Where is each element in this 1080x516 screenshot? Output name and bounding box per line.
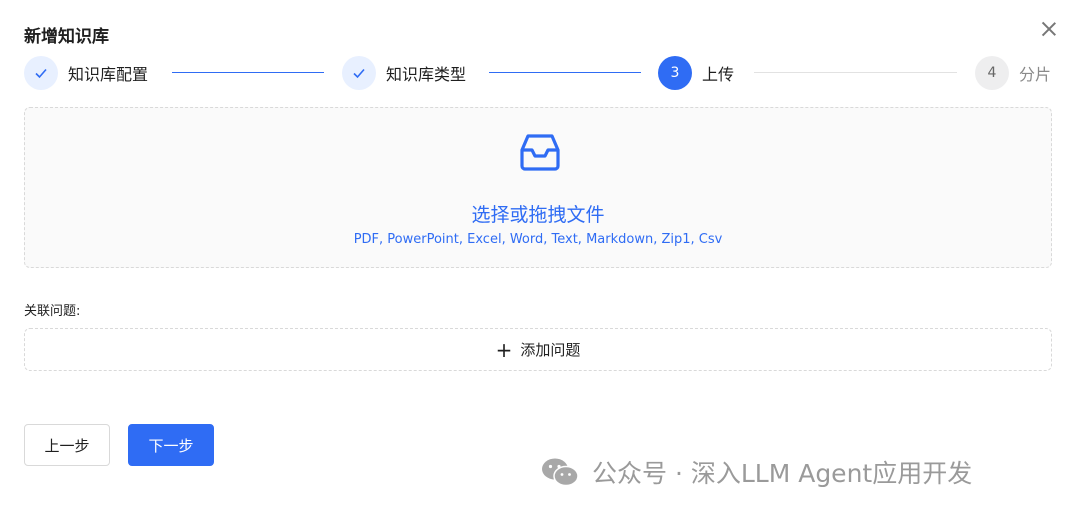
upload-hint: PDF, PowerPoint, Excel, Word, Text, Mark… — [353, 232, 723, 247]
new-knowledge-base-dialog: 新增知识库 知识库配置 知识库类型 3 上传 4 分片 选择或拖拽文件 PDF,… — [0, 0, 1080, 516]
step-3: 3 上传 — [658, 55, 734, 91]
file-upload-dropzone[interactable]: 选择或拖拽文件 PDF, PowerPoint, Excel, Word, Te… — [24, 107, 1052, 268]
step-connector — [754, 72, 957, 73]
inbox-icon — [520, 134, 560, 171]
watermark-text: 公众号 · 深入LLM Agent应用开发 — [592, 459, 973, 488]
add-question-button[interactable]: + 添加问题 — [24, 328, 1052, 371]
step-connector — [172, 72, 324, 73]
step-4: 4 分片 — [975, 55, 1051, 91]
steps-bar: 知识库配置 知识库类型 3 上传 4 分片 — [24, 55, 1056, 91]
previous-step-button[interactable]: 上一步 — [24, 424, 110, 466]
dialog-title: 新增知识库 — [24, 27, 109, 47]
close-icon[interactable] — [1038, 18, 1060, 40]
step-label-chunk: 分片 — [1019, 65, 1052, 84]
check-icon — [24, 56, 58, 90]
watermark: 公众号 · 深入LLM Agent应用开发 — [540, 452, 972, 492]
add-question-label: 添加问题 — [520, 341, 581, 359]
step-1: 知识库配置 — [24, 55, 148, 91]
related-questions-label: 关联问题: — [24, 304, 81, 319]
next-step-button[interactable]: 下一步 — [128, 424, 214, 466]
wechat-icon — [542, 458, 579, 487]
step-label-config: 知识库配置 — [68, 65, 149, 84]
plus-icon: + — [495, 337, 513, 362]
upload-title: 选择或拖拽文件 — [471, 204, 605, 226]
step-number-3: 3 — [658, 56, 692, 90]
step-label-upload: 上传 — [702, 65, 735, 84]
check-icon — [342, 56, 376, 90]
step-2: 知识库类型 — [342, 55, 466, 91]
step-label-type: 知识库类型 — [386, 65, 467, 84]
step-connector — [489, 72, 641, 73]
step-number-4: 4 — [975, 56, 1009, 90]
